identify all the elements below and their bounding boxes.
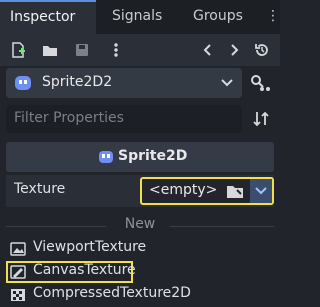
inspector-toolbar xyxy=(0,34,280,66)
tab-groups[interactable]: Groups xyxy=(183,0,263,34)
filter-placeholder: Filter Properties xyxy=(14,110,124,126)
class-name: Sprite2D xyxy=(118,148,188,164)
section-divider-right xyxy=(170,226,274,227)
open-folder-icon[interactable] xyxy=(42,42,58,58)
node-name: Sprite2D2 xyxy=(42,74,113,90)
sort-icon[interactable] xyxy=(252,110,270,128)
tab-groups-label: Groups xyxy=(193,8,243,24)
tab-inspector[interactable]: Inspector xyxy=(0,0,96,34)
menu-item-label: CompressedTexture2D xyxy=(33,285,191,301)
sprite2d-class-icon xyxy=(98,149,114,165)
menu-item-compressed-texture-2d[interactable]: CompressedTexture2D xyxy=(6,284,276,306)
sprite2d-icon xyxy=(14,74,32,92)
tab-inspector-label: Inspector xyxy=(10,9,76,25)
history-icon[interactable] xyxy=(254,42,270,58)
dock-tab-bar: Inspector Signals Groups ⋮ xyxy=(0,0,280,34)
new-resource-icon[interactable] xyxy=(10,42,26,58)
more-options-icon[interactable] xyxy=(108,42,124,58)
texture-resource-picker[interactable]: <empty> xyxy=(140,177,274,205)
node-selector[interactable]: Sprite2D2 xyxy=(6,68,242,98)
menu-item-viewport-texture[interactable]: ViewportTexture xyxy=(6,238,276,260)
history-forward-icon[interactable] xyxy=(226,42,242,58)
property-name: Texture xyxy=(14,181,66,197)
history-back-icon[interactable] xyxy=(200,42,216,58)
chevron-down-icon xyxy=(254,184,268,198)
viewport-texture-icon xyxy=(10,241,26,257)
object-properties-icon[interactable] xyxy=(250,74,272,92)
filter-properties-input[interactable]: Filter Properties xyxy=(6,105,242,133)
tab-signals-label: Signals xyxy=(112,8,163,24)
menu-item-canvas-texture[interactable]: CanvasTexture xyxy=(6,261,136,283)
texture-value: <empty> xyxy=(149,182,218,198)
tab-signals[interactable]: Signals xyxy=(102,0,182,34)
chevron-down-icon xyxy=(220,76,234,90)
compressed-texture-icon xyxy=(10,287,26,303)
canvas-texture-icon xyxy=(10,264,26,280)
tab-overflow[interactable]: ⋮ xyxy=(262,0,280,34)
class-header: Sprite2D xyxy=(6,142,274,172)
menu-item-label: ViewportTexture xyxy=(33,239,147,255)
tab-overflow-label: ⋮ xyxy=(266,8,280,24)
section-new-label: New xyxy=(124,216,156,232)
menu-item-label: CanvasTexture xyxy=(33,262,136,278)
resource-dropdown-button[interactable] xyxy=(250,179,272,203)
save-icon[interactable] xyxy=(74,42,90,58)
load-resource-icon[interactable] xyxy=(226,183,244,199)
